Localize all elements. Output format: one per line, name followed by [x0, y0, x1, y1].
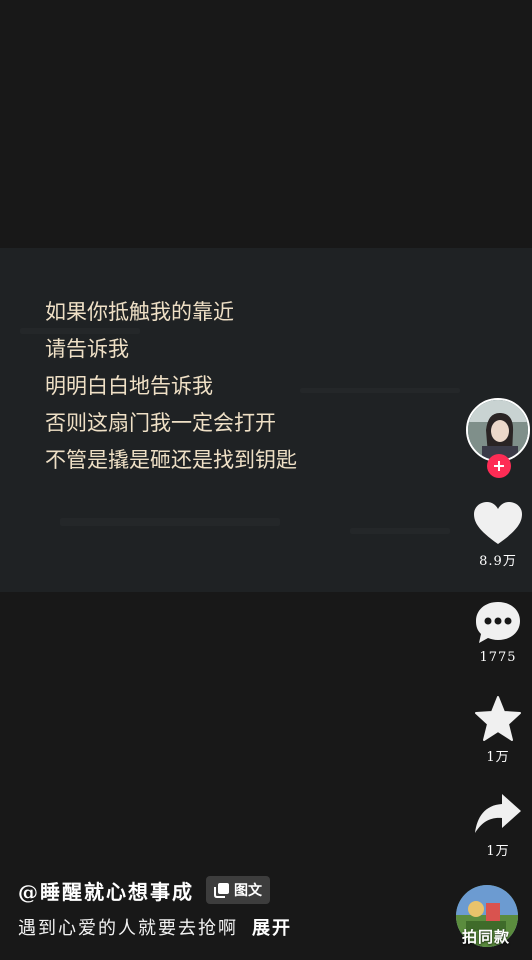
image-texture [60, 518, 280, 526]
avatar-image [468, 400, 528, 460]
share-count: 1万 [486, 844, 510, 859]
post-type-badge: 图文 [206, 876, 270, 904]
author-row: @睡醒就心想事成 图文 [18, 872, 438, 908]
comment-icon [476, 602, 520, 643]
favorite-count: 1万 [486, 750, 510, 765]
image-texture [350, 528, 450, 534]
post-info: @睡醒就心想事成 图文 遇到心爱的人就要去抢啊 展开 [18, 872, 438, 940]
lyric-line: 否则这扇门我一定会打开 [45, 411, 276, 435]
heart-icon [474, 502, 522, 544]
lyric-line: 请告诉我 [45, 337, 129, 361]
lyrics-text: 如果你抵触我的靠近 请告诉我 明明白白地告诉我 否则这扇门我一定会打开 不管是撬… [45, 294, 297, 479]
comment-count: 1775 [479, 650, 517, 665]
star-icon [475, 696, 521, 741]
lyric-line: 明明白白地告诉我 [45, 374, 213, 398]
follow-button[interactable] [487, 454, 511, 478]
same-style-label[interactable]: 拍同款 [462, 926, 510, 947]
like-button[interactable]: 8.9万 [466, 502, 530, 569]
lyric-line: 如果你抵触我的靠近 [45, 300, 234, 324]
comment-button[interactable]: 1775 [466, 600, 530, 665]
lyric-line: 不管是撬是砸还是找到钥匙 [45, 448, 297, 472]
author-handle[interactable]: @睡醒就心想事成 [18, 876, 194, 905]
favorite-button[interactable]: 1万 [466, 696, 530, 765]
video-screen[interactable]: 如果你抵触我的靠近 请告诉我 明明白白地告诉我 否则这扇门我一定会打开 不管是撬… [0, 0, 532, 960]
gallery-icon [214, 883, 229, 898]
caption-text: 遇到心爱的人就要去抢啊 [18, 918, 238, 939]
post-type-label: 图文 [234, 883, 262, 899]
expand-button[interactable]: 展开 [252, 914, 292, 940]
share-button[interactable]: 1万 [466, 792, 530, 859]
caption-row: 遇到心爱的人就要去抢啊 展开 [18, 914, 438, 940]
like-count: 8.9万 [479, 554, 517, 569]
image-texture [300, 388, 460, 393]
share-icon [475, 794, 521, 833]
plus-icon [494, 461, 504, 471]
author-avatar-group [466, 398, 532, 478]
author-avatar[interactable] [466, 398, 530, 462]
